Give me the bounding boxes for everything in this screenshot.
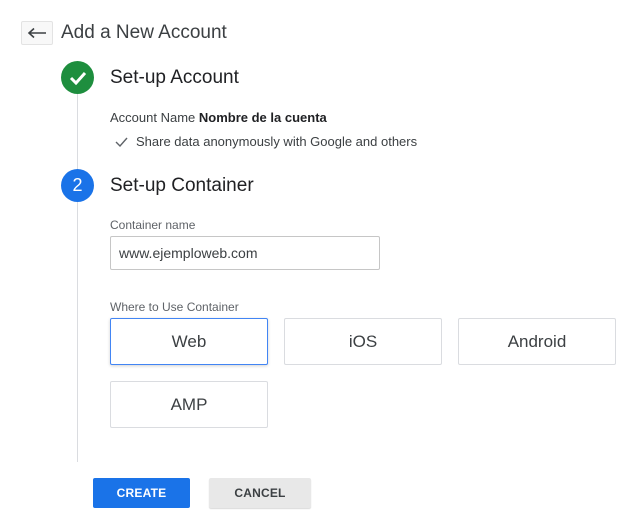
back-arrow-icon <box>27 27 46 39</box>
cancel-button[interactable]: CANCEL <box>209 478 311 508</box>
platform-android-option[interactable]: Android <box>458 318 616 365</box>
create-button[interactable]: CREATE <box>93 478 190 508</box>
step1-title: Set-up Account <box>110 67 239 88</box>
small-check-icon <box>115 137 128 147</box>
account-name-summary: Account Name Nombre de la cuenta <box>110 110 327 125</box>
account-name-label: Account Name <box>110 110 196 125</box>
step2-title: Set-up Container <box>110 175 254 196</box>
share-data-text: Share data anonymously with Google and o… <box>136 134 418 149</box>
stepper-line <box>77 94 78 462</box>
platform-web-option[interactable]: Web <box>110 318 268 365</box>
step2-number-badge: 2 <box>61 169 94 202</box>
step-complete-icon <box>61 61 94 94</box>
where-to-use-label: Where to Use Container <box>110 300 239 314</box>
platform-amp-option[interactable]: AMP <box>110 381 268 428</box>
container-name-input[interactable] <box>110 236 380 270</box>
share-data-summary: Share data anonymously with Google and o… <box>115 134 417 149</box>
checkmark-icon <box>69 71 86 85</box>
page-title: Add a New Account <box>61 22 227 43</box>
platform-ios-option[interactable]: iOS <box>284 318 442 365</box>
container-name-label: Container name <box>110 218 196 232</box>
account-name-value: Nombre de la cuenta <box>198 110 327 125</box>
back-button[interactable] <box>21 21 53 45</box>
